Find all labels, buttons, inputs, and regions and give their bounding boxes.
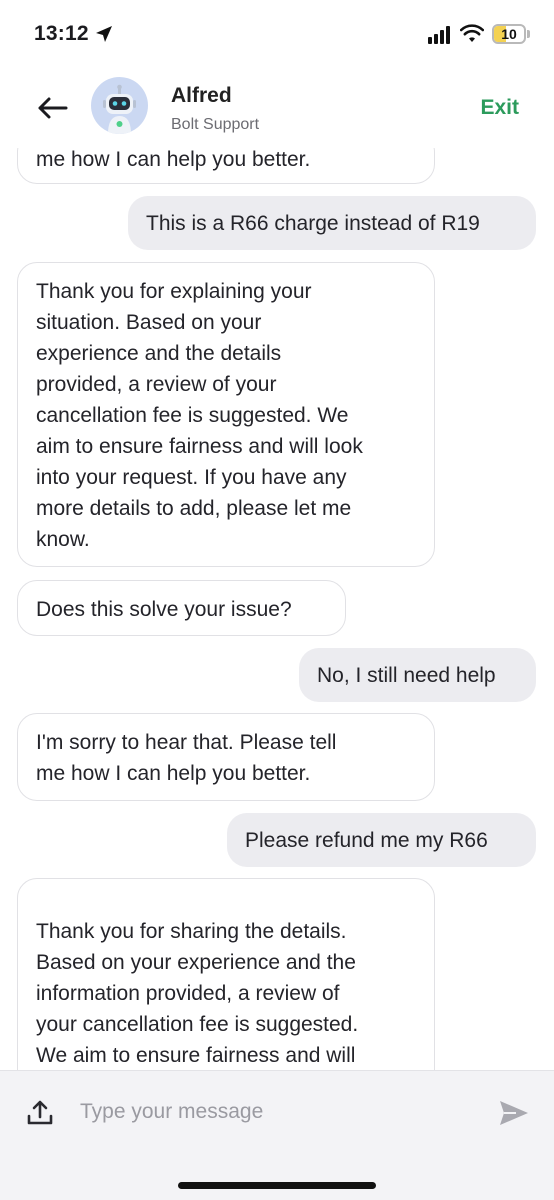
chat-header: Alfred Bolt Support Exit [0,70,554,148]
agent-subtitle: Bolt Support [171,116,260,133]
message-line: Based on your experience and the [36,951,356,974]
battery-level: 10 [501,26,517,42]
message-line: cancellation fee is suggested. We [36,404,349,427]
send-icon[interactable] [498,1099,530,1127]
status-bar: 13:12 10 [0,0,554,70]
message-line: aim to ensure fairness and will look [36,435,363,458]
arrow-left-icon [38,97,68,119]
message-line: experience and the details [36,342,282,365]
agent-message-bubble: Thank you for explaining your situation. … [17,262,435,567]
message-line: provided, a review of your [36,373,277,396]
message-line: into your request. If you have any [36,466,347,489]
message-line: Thank you for explaining your [36,280,312,303]
message-line: I'm sorry to hear that. Please tell [36,731,337,754]
message-line: Please refund me my R66 [245,829,488,852]
chat-messages[interactable]: me how I can help you better. This is a R… [0,148,554,1070]
message-line: situation. Based on your [36,311,262,334]
message-line: me how I can help you better. [36,148,311,171]
message-line: We aim to ensure fairness and will [36,1044,356,1067]
location-arrow-icon [96,26,112,42]
robot-icon [103,84,136,134]
message-line: Does this solve your issue? [36,598,292,621]
message-line: me how I can help you better. [36,762,311,785]
exit-button[interactable]: Exit [480,96,519,120]
avatar [91,77,148,134]
message-line: information provided, a review of [36,982,340,1005]
user-message-bubble: This is a R66 charge instead of R19 [128,196,536,250]
message-line: Thank you for sharing the details. [36,920,347,943]
back-button[interactable] [32,88,72,128]
upload-icon[interactable] [26,1099,54,1127]
agent-name: Alfred [171,84,232,107]
message-composer [0,1070,554,1200]
message-line: know. [36,528,90,551]
message-line: This is a R66 charge instead of R19 [146,212,480,235]
cellular-signal-icon [428,26,450,44]
agent-message-bubble: Does this solve your issue? [17,580,346,636]
user-message-bubble: No, I still need help [299,648,536,702]
message-line: more details to add, please let me [36,497,352,520]
message-line: No, I still need help [317,664,496,687]
home-indicator [178,1182,376,1189]
agent-message-bubble: me how I can help you better. [17,148,435,184]
agent-message-bubble: I'm sorry to hear that. Please tell me ho… [17,713,435,801]
wifi-icon [460,24,484,42]
message-line: your cancellation fee is suggested. [36,1013,359,1036]
battery-icon: 10 [492,24,526,44]
status-time: 13:12 [34,22,89,45]
user-message-bubble: Please refund me my R66 [227,813,536,867]
battery-tip [527,30,530,38]
message-input[interactable] [80,1095,460,1129]
agent-message-bubble: Thank you for sharing the details. Based … [17,878,435,1070]
